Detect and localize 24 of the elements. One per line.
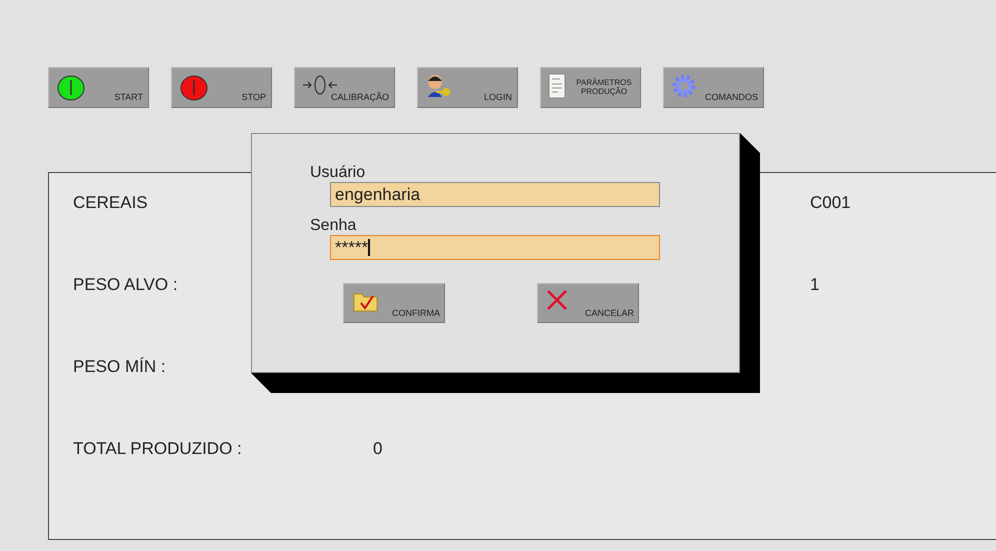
field-value: 1 bbox=[810, 275, 820, 294]
field-label: PESO ALVO : bbox=[73, 275, 179, 295]
dialog-button[interactable]: CONFIRMA bbox=[343, 283, 445, 323]
field-label: PESO MÍN : bbox=[73, 357, 167, 377]
dialog-button[interactable]: CANCELAR bbox=[537, 283, 639, 323]
toolbar-button[interactable]: CALIBRAÇÃO bbox=[294, 67, 395, 108]
toolbar-button[interactable]: PARÂMETROS PRODUÇÃO bbox=[540, 67, 641, 108]
field-value: 0 bbox=[373, 439, 382, 458]
person-key-icon bbox=[425, 73, 453, 99]
toolbar-button[interactable]: START bbox=[48, 67, 149, 108]
field-label: Usuário bbox=[310, 164, 366, 182]
field-label: Senha bbox=[310, 217, 358, 235]
toolbar-button[interactable]: STOP bbox=[171, 67, 272, 108]
document-icon bbox=[548, 73, 566, 99]
field-value: C001 bbox=[810, 193, 851, 212]
gear-icon bbox=[671, 73, 697, 99]
close-icon bbox=[546, 289, 568, 311]
field-label: TOTAL PRODUZIDO : bbox=[73, 439, 243, 459]
toolbar-button[interactable]: COMANDOS bbox=[663, 67, 764, 108]
input-field[interactable]: ***** bbox=[330, 235, 660, 260]
input-field[interactable]: engenharia bbox=[330, 182, 660, 207]
toolbar-button[interactable]: LOGIN bbox=[417, 67, 518, 108]
stop-icon bbox=[179, 73, 209, 103]
start-icon bbox=[56, 73, 86, 103]
